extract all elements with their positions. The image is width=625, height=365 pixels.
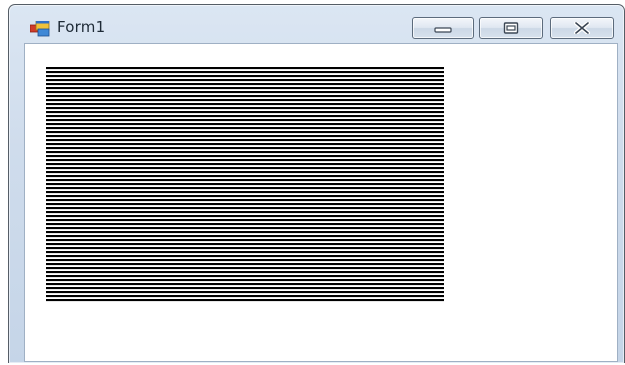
horizontal-line bbox=[46, 291, 444, 294]
horizontal-line bbox=[46, 223, 444, 226]
horizontal-line bbox=[46, 111, 444, 114]
horizontal-line bbox=[46, 247, 444, 250]
horizontal-line bbox=[46, 167, 444, 170]
horizontal-line bbox=[46, 83, 444, 86]
horizontal-line bbox=[46, 103, 444, 106]
horizontal-line bbox=[46, 143, 444, 146]
horizontal-line bbox=[46, 191, 444, 194]
minimize-button[interactable] bbox=[412, 17, 474, 39]
horizontal-line bbox=[46, 79, 444, 82]
horizontal-line bbox=[46, 287, 444, 290]
horizontal-line bbox=[46, 295, 444, 298]
horizontal-line bbox=[46, 71, 444, 74]
horizontal-line bbox=[46, 227, 444, 230]
form-app-icon[interactable] bbox=[29, 20, 50, 37]
horizontal-line bbox=[46, 263, 444, 266]
horizontal-line bbox=[46, 91, 444, 94]
horizontal-line bbox=[46, 183, 444, 186]
horizontal-line bbox=[46, 255, 444, 258]
horizontal-line bbox=[46, 159, 444, 162]
form-client-area bbox=[24, 43, 618, 362]
maximize-icon bbox=[503, 19, 519, 38]
horizontal-line bbox=[46, 203, 444, 206]
horizontal-line bbox=[46, 239, 444, 242]
window-title: Form1 bbox=[57, 18, 106, 36]
horizontal-line bbox=[46, 211, 444, 214]
horizontal-line bbox=[46, 219, 444, 222]
form-window: Form1 bbox=[8, 4, 625, 363]
horizontal-line bbox=[46, 267, 444, 270]
horizontal-line bbox=[46, 179, 444, 182]
horizontal-line bbox=[46, 195, 444, 198]
horizontal-line bbox=[46, 135, 444, 138]
horizontal-line bbox=[46, 107, 444, 110]
maximize-button[interactable] bbox=[479, 17, 543, 39]
horizontal-line bbox=[46, 279, 444, 282]
horizontal-line bbox=[46, 99, 444, 102]
close-button[interactable] bbox=[550, 17, 614, 39]
horizontal-line bbox=[46, 155, 444, 158]
horizontal-line bbox=[46, 171, 444, 174]
horizontal-line bbox=[46, 275, 444, 278]
horizontal-line bbox=[46, 251, 444, 254]
horizontal-line bbox=[46, 95, 444, 98]
horizontal-line bbox=[46, 127, 444, 130]
horizontal-line bbox=[46, 259, 444, 262]
horizontal-line bbox=[46, 187, 444, 190]
horizontal-line bbox=[46, 243, 444, 246]
horizontal-line bbox=[46, 199, 444, 202]
title-bar[interactable]: Form1 bbox=[9, 5, 624, 41]
horizontal-line bbox=[46, 175, 444, 178]
horizontal-line bbox=[46, 207, 444, 210]
horizontal-line bbox=[46, 163, 444, 166]
minimize-icon bbox=[434, 19, 452, 38]
horizontal-line bbox=[46, 67, 444, 70]
horizontal-line bbox=[46, 235, 444, 238]
horizontal-line bbox=[46, 75, 444, 78]
horizontal-line bbox=[46, 139, 444, 142]
horizontal-line bbox=[46, 131, 444, 134]
horizontal-line bbox=[46, 123, 444, 126]
horizontal-line bbox=[46, 115, 444, 118]
horizontal-lines-drawing bbox=[46, 67, 444, 302]
horizontal-line bbox=[46, 119, 444, 122]
horizontal-line bbox=[46, 299, 444, 302]
horizontal-line bbox=[46, 283, 444, 286]
horizontal-line bbox=[46, 231, 444, 234]
horizontal-line bbox=[46, 147, 444, 150]
horizontal-line bbox=[46, 271, 444, 274]
horizontal-line bbox=[46, 87, 444, 90]
close-icon bbox=[573, 19, 591, 38]
horizontal-line bbox=[46, 215, 444, 218]
horizontal-line bbox=[46, 151, 444, 154]
